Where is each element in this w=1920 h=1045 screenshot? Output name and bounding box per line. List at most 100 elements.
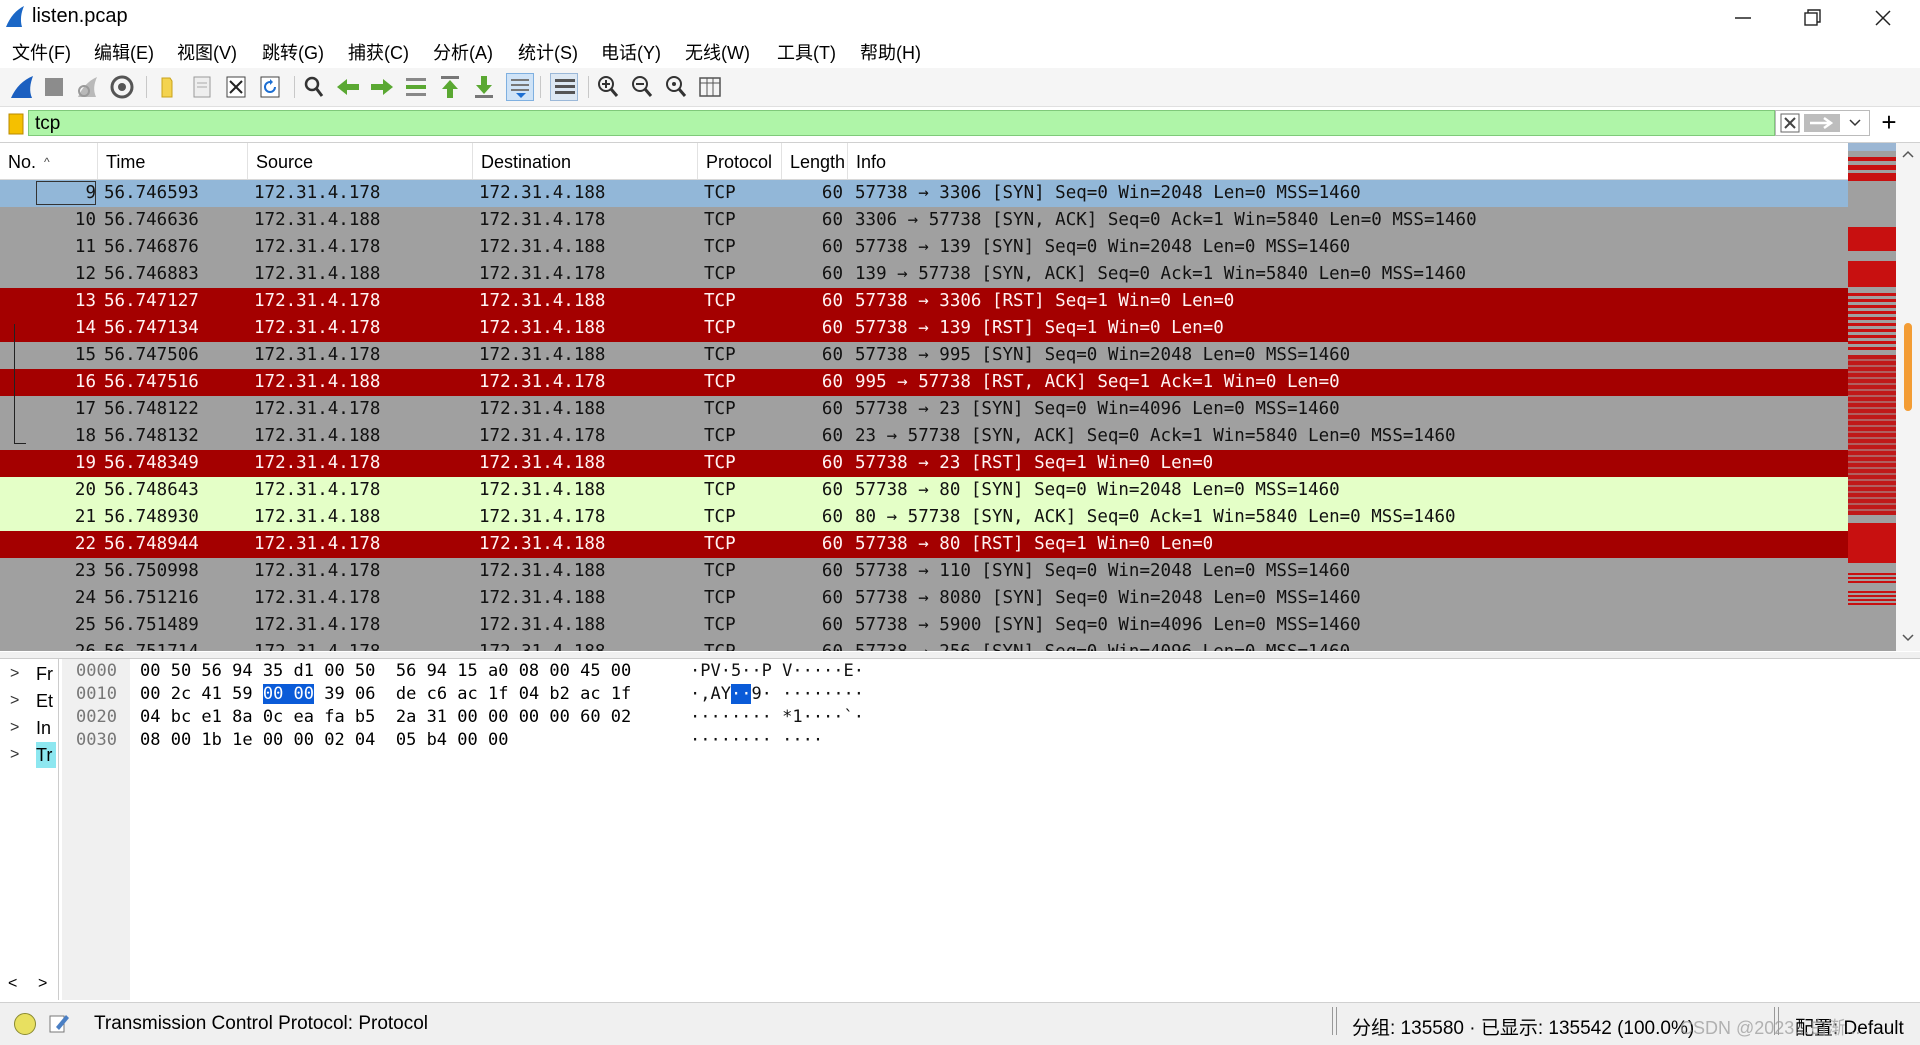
packet-row[interactable]: 17 56.748122 172.31.4.178 172.31.4.188 TCP 60…	[0, 396, 1848, 423]
close-file-button[interactable]	[222, 73, 250, 101]
start-capture-button[interactable]	[8, 73, 36, 101]
packet-list-scrollbar[interactable]	[1896, 143, 1920, 651]
go-forward-button[interactable]	[368, 73, 396, 101]
packet-row[interactable]: 14 56.747134 172.31.4.178 172.31.4.188 TCP 60…	[0, 315, 1848, 342]
column-header-destination[interactable]: Destination	[473, 143, 698, 179]
byte-hex[interactable]: 00 2c 41 59 00 00 39 06 de c6 ac 1f 04 b…	[140, 684, 631, 704]
restart-capture-button[interactable]	[74, 73, 102, 101]
packet-counts: 分组: 135580 · 已显示: 135542 (100.0%)	[1352, 1018, 1695, 1039]
packet-time: 56.746883	[104, 264, 199, 284]
capture-options-button[interactable]	[108, 73, 136, 101]
find-packet-button[interactable]	[300, 73, 328, 101]
go-back-button[interactable]	[334, 73, 362, 101]
packet-row[interactable]: 26 56.751714 172.31.4.178 172.31.4.188 TCP 60…	[0, 639, 1848, 651]
chevron-down-icon[interactable]	[1848, 117, 1862, 129]
display-filter-input[interactable]: tcp	[28, 110, 1775, 136]
details-hscrollbar[interactable]: < >	[0, 975, 58, 997]
go-to-packet-button[interactable]	[402, 73, 430, 101]
reload-file-button[interactable]	[256, 73, 284, 101]
scroll-down-icon[interactable]	[1901, 633, 1915, 643]
byte-ascii[interactable]: ·PV·5··P V·····E·	[690, 661, 864, 681]
minimize-icon	[1735, 17, 1751, 19]
packet-row[interactable]: 21 56.748930 172.31.4.188 172.31.4.178 TCP 60…	[0, 504, 1848, 531]
packet-row[interactable]: 25 56.751489 172.31.4.178 172.31.4.188 TCP 60…	[0, 612, 1848, 639]
packet-info: 139 → 57738 [SYN, ACK] Seq=0 Ack=1 Win=5…	[855, 264, 1467, 284]
packet-row[interactable]: 19 56.748349 172.31.4.178 172.31.4.188 TCP 60…	[0, 450, 1848, 477]
scroll-right-icon[interactable]: >	[38, 975, 47, 993]
packet-row[interactable]: 24 56.751216 172.31.4.178 172.31.4.188 TCP 60…	[0, 585, 1848, 612]
packet-protocol: TCP	[704, 507, 736, 527]
packet-length: 60	[821, 372, 843, 392]
stop-capture-button[interactable]	[40, 73, 68, 101]
pane-splitter[interactable]	[0, 652, 1920, 659]
packet-row[interactable]: 12 56.746883 172.31.4.188 172.31.4.178 TCP 60…	[0, 261, 1848, 288]
column-header-length[interactable]: Length	[782, 143, 848, 179]
byte-ascii[interactable]: ········ ····	[690, 730, 823, 750]
close-window-button[interactable]	[1852, 0, 1914, 34]
packet-list: No. ^ Time Source Destination Protocol L…	[0, 142, 1920, 651]
restore-button[interactable]	[1782, 0, 1844, 34]
menu-wireless[interactable]: 无线(W)	[685, 39, 750, 65]
minimize-button[interactable]	[1712, 0, 1774, 34]
menu-file[interactable]: 文件(F)	[12, 39, 71, 65]
packet-protocol: TCP	[704, 210, 736, 230]
apply-filter-arrow-icon[interactable]	[1804, 113, 1840, 133]
column-header-source[interactable]: Source	[248, 143, 473, 179]
byte-hex[interactable]: 00 50 56 94 35 d1 00 50 56 94 15 a0 08 0…	[140, 661, 631, 681]
open-file-button[interactable]	[154, 73, 182, 101]
column-header-protocol[interactable]: Protocol	[698, 143, 782, 179]
zoom-in-button[interactable]	[594, 73, 622, 101]
colorize-button[interactable]	[550, 73, 578, 101]
packet-row[interactable]: 9 56.746593 172.31.4.178 172.31.4.188 TCP 60 5…	[0, 180, 1848, 207]
clear-filter-icon[interactable]	[1780, 113, 1800, 133]
resize-columns-button[interactable]	[696, 73, 724, 101]
column-header-info[interactable]: Info	[848, 143, 1848, 179]
edit-comment-icon[interactable]	[48, 1012, 70, 1034]
column-header-no[interactable]: No. ^	[0, 143, 98, 179]
menu-go[interactable]: 跳转(G)	[262, 39, 324, 65]
expand-arrow-icon[interactable]: >	[10, 715, 19, 741]
packet-row[interactable]: 22 56.748944 172.31.4.178 172.31.4.188 TCP 60…	[0, 531, 1848, 558]
byte-hex[interactable]: 08 00 1b 1e 00 00 02 04 05 b4 00 00	[140, 730, 508, 750]
menu-help[interactable]: 帮助(H)	[860, 39, 921, 65]
packet-row[interactable]: 23 56.750998 172.31.4.178 172.31.4.188 TCP 60…	[0, 558, 1848, 585]
packet-row[interactable]: 18 56.748132 172.31.4.188 172.31.4.178 TCP 60…	[0, 423, 1848, 450]
add-filter-button[interactable]: +	[1877, 108, 1901, 138]
menu-tools[interactable]: 工具(T)	[777, 39, 836, 65]
packet-row[interactable]: 13 56.747127 172.31.4.178 172.31.4.188 TCP 60…	[0, 288, 1848, 315]
expand-arrow-icon[interactable]: >	[10, 661, 19, 687]
scroll-left-icon[interactable]: <	[8, 975, 17, 993]
menu-telephony[interactable]: 电话(Y)	[601, 39, 661, 65]
packet-row[interactable]: 16 56.747516 172.31.4.188 172.31.4.178 TCP 60…	[0, 369, 1848, 396]
byte-hex[interactable]: 04 bc e1 8a 0c ea fa b5 2a 31 00 00 00 0…	[140, 707, 631, 727]
expand-arrow-icon[interactable]: >	[10, 742, 19, 768]
menu-edit[interactable]: 编辑(E)	[94, 39, 154, 65]
expand-arrow-icon[interactable]: >	[10, 688, 19, 714]
menu-statistics[interactable]: 统计(S)	[518, 39, 578, 65]
menu-capture[interactable]: 捕获(C)	[348, 39, 409, 65]
zoom-out-button[interactable]	[628, 73, 656, 101]
menu-view[interactable]: 视图(V)	[177, 39, 237, 65]
bookmark-icon[interactable]	[6, 112, 28, 138]
scroll-up-icon[interactable]	[1901, 149, 1915, 159]
menu-analyze[interactable]: 分析(A)	[433, 39, 493, 65]
autoscroll-button[interactable]	[506, 73, 534, 101]
packet-source: 172.31.4.188	[254, 372, 381, 392]
packet-row[interactable]: 10 56.746636 172.31.4.188 172.31.4.178 TCP 60…	[0, 207, 1848, 234]
packet-protocol: TCP	[704, 615, 736, 635]
packet-row[interactable]: 11 56.746876 172.31.4.178 172.31.4.188 TCP 60…	[0, 234, 1848, 261]
first-packet-button[interactable]	[436, 73, 464, 101]
zoom-normal-button[interactable]	[662, 73, 690, 101]
byte-ascii[interactable]: ········ *1····`·	[690, 707, 864, 727]
packet-row[interactable]: 20 56.748643 172.31.4.178 172.31.4.188 TCP 60…	[0, 477, 1848, 504]
save-file-button[interactable]	[188, 73, 216, 101]
column-header-time[interactable]: Time	[98, 143, 248, 179]
packet-row[interactable]: 15 56.747506 172.31.4.178 172.31.4.188 TCP 60…	[0, 342, 1848, 369]
packet-minimap[interactable]	[1848, 143, 1896, 651]
last-packet-button[interactable]	[470, 73, 498, 101]
byte-ascii[interactable]: ·,AY··9· ········	[690, 684, 864, 704]
expert-info-icon[interactable]	[14, 1013, 36, 1035]
packet-length: 60	[821, 345, 843, 365]
scroll-thumb[interactable]	[1904, 323, 1912, 411]
title-bar: listen.pcap	[0, 0, 1920, 34]
